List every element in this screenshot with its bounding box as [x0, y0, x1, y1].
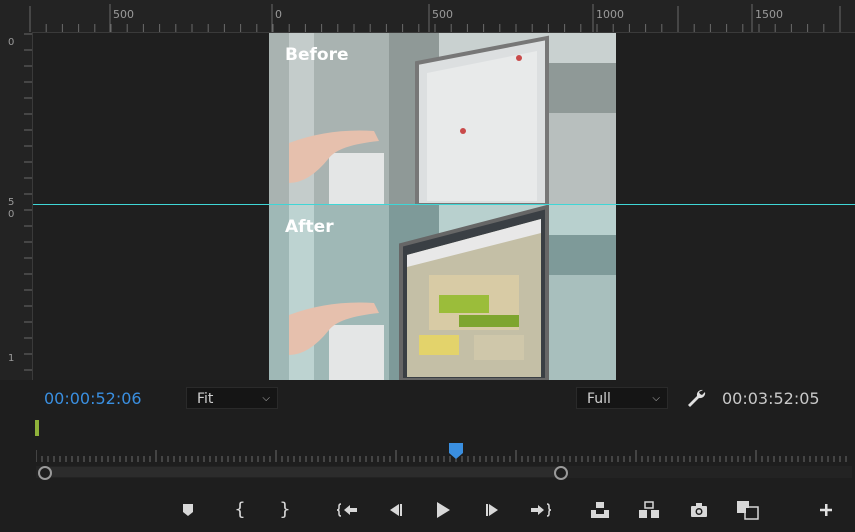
comparison-view-icon: [737, 501, 759, 520]
button-editor-add-button[interactable]: [813, 497, 839, 523]
zoom-handle-left[interactable]: [38, 466, 52, 480]
after-label: After: [285, 217, 334, 237]
mark-out-icon: }: [279, 499, 291, 520]
before-label: Before: [285, 45, 349, 65]
add-marker-button[interactable]: [175, 497, 201, 523]
ruler-label: 5: [8, 197, 15, 208]
split-guide-line[interactable]: [33, 204, 855, 205]
vertical-ruler: 0 5 0 1: [0, 32, 33, 380]
ruler-label: 0: [275, 8, 282, 21]
vertical-ruler-ticks: [24, 33, 32, 371]
comparison-view-button[interactable]: [735, 497, 761, 523]
ruler-label: 1500: [755, 8, 783, 21]
zoom-level-select[interactable]: Fit ⌵: [186, 387, 278, 409]
play-button[interactable]: [430, 497, 456, 523]
step-forward-icon: [486, 504, 498, 516]
zoom-scroll-thumb[interactable]: [44, 467, 561, 477]
program-monitor-canvas[interactable]: Before After: [33, 33, 855, 380]
go-to-out-button[interactable]: [527, 497, 553, 523]
before-frame: Before: [269, 33, 616, 205]
ruler-label: 0: [8, 209, 15, 220]
play-icon: [437, 502, 450, 518]
export-frame-button[interactable]: [686, 497, 712, 523]
add-button-icon: [820, 504, 832, 516]
horizontal-ruler: 500 0 500 1000 1500: [0, 0, 855, 33]
duration-timecode: 00:03:52:05: [722, 389, 820, 408]
mark-in-icon: {: [234, 499, 246, 520]
timeline-ruler[interactable]: [36, 448, 852, 468]
ruler-label: 1: [8, 353, 15, 364]
chevron-down-icon: ⌵: [262, 393, 270, 404]
lift-button[interactable]: [587, 497, 613, 523]
lift-icon: [591, 502, 609, 518]
ruler-label: 1000: [596, 8, 624, 21]
ruler-label: 500: [432, 8, 453, 21]
step-back-button[interactable]: [382, 497, 408, 523]
zoom-scroll-bar[interactable]: [36, 466, 852, 480]
zoom-level-value: Fit: [197, 391, 214, 407]
mark-out-button[interactable]: }: [272, 497, 298, 523]
add-marker-icon: [183, 504, 193, 516]
wrench-icon[interactable]: [684, 387, 708, 411]
chevron-down-icon: ⌵: [652, 393, 660, 404]
current-timecode[interactable]: 00:00:52:06: [44, 389, 142, 408]
go-to-in-icon: [337, 503, 357, 517]
step-back-icon: [390, 504, 402, 516]
extract-button[interactable]: [636, 497, 662, 523]
playhead-icon[interactable]: [449, 443, 463, 463]
step-forward-button[interactable]: [480, 497, 506, 523]
ruler-label: 0: [8, 37, 15, 48]
go-to-in-button[interactable]: [335, 497, 361, 523]
after-frame: After: [269, 205, 616, 380]
in-point-marker[interactable]: [35, 420, 39, 436]
export-frame-icon: [691, 503, 707, 517]
go-to-out-icon: [531, 503, 551, 517]
playback-resolution-select[interactable]: Full ⌵: [576, 387, 668, 409]
extract-icon: [639, 501, 659, 518]
playback-controls: 00:00:52:06 Fit ⌵ Full ⌵ 00:03:52:05 { }: [0, 380, 855, 532]
zoom-handle-right[interactable]: [554, 466, 568, 480]
playback-resolution-value: Full: [587, 391, 611, 407]
mark-in-button[interactable]: {: [227, 497, 253, 523]
ruler-label: 500: [113, 8, 134, 21]
